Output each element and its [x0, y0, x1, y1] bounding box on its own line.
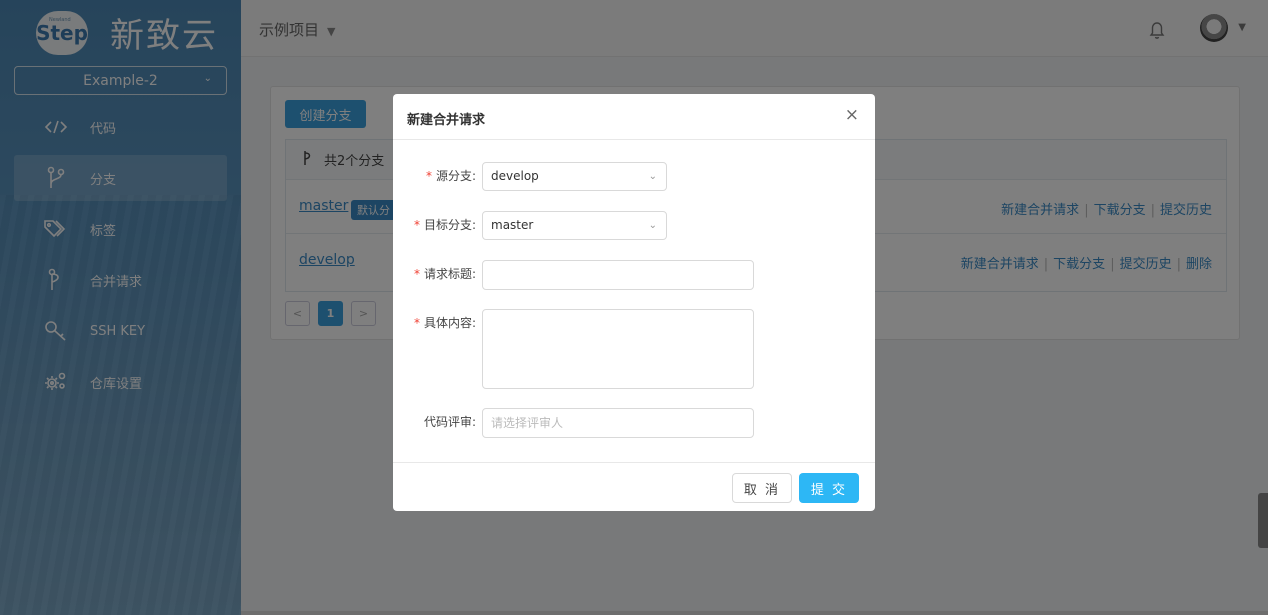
target-branch-label: * 目标分支: — [413, 218, 476, 232]
target-branch-value: master — [491, 218, 534, 232]
request-title-row: * 请求标题: — [393, 260, 754, 290]
source-branch-label: * 源分支: — [425, 169, 476, 183]
content-label: * 具体内容: — [413, 316, 476, 330]
request-title-label: * 请求标题: — [413, 267, 476, 281]
modal-title: 新建合并请求 — [407, 113, 486, 128]
close-icon[interactable]: × — [845, 105, 859, 125]
modal-footer: 取 消 提 交 — [393, 462, 875, 511]
chevron-down-icon: ⌄ — [648, 171, 657, 182]
new-merge-request-modal: 新建合并请求 × * 源分支: develop ⌄ * 目标分支: master ⌄… — [393, 94, 875, 511]
cancel-button[interactable]: 取 消 — [732, 473, 792, 503]
side-widget[interactable] — [1258, 493, 1268, 548]
reviewer-row: 代码评审: 请选择评审人 — [393, 408, 754, 438]
content-row: * 具体内容: — [393, 309, 754, 389]
reviewer-label: 代码评审: — [423, 415, 476, 429]
chevron-down-icon: ⌄ — [648, 220, 657, 231]
source-branch-row: * 源分支: develop ⌄ — [393, 162, 667, 191]
reviewer-select[interactable]: 请选择评审人 — [482, 408, 754, 438]
request-title-input[interactable] — [482, 260, 754, 290]
modal-header: 新建合并请求 × — [393, 94, 875, 140]
source-branch-select[interactable]: develop ⌄ — [482, 162, 667, 191]
target-branch-select[interactable]: master ⌄ — [482, 211, 667, 240]
target-branch-row: * 目标分支: master ⌄ — [393, 211, 667, 240]
submit-button[interactable]: 提 交 — [799, 473, 859, 503]
source-branch-value: develop — [491, 169, 539, 183]
content-textarea[interactable] — [482, 309, 754, 389]
